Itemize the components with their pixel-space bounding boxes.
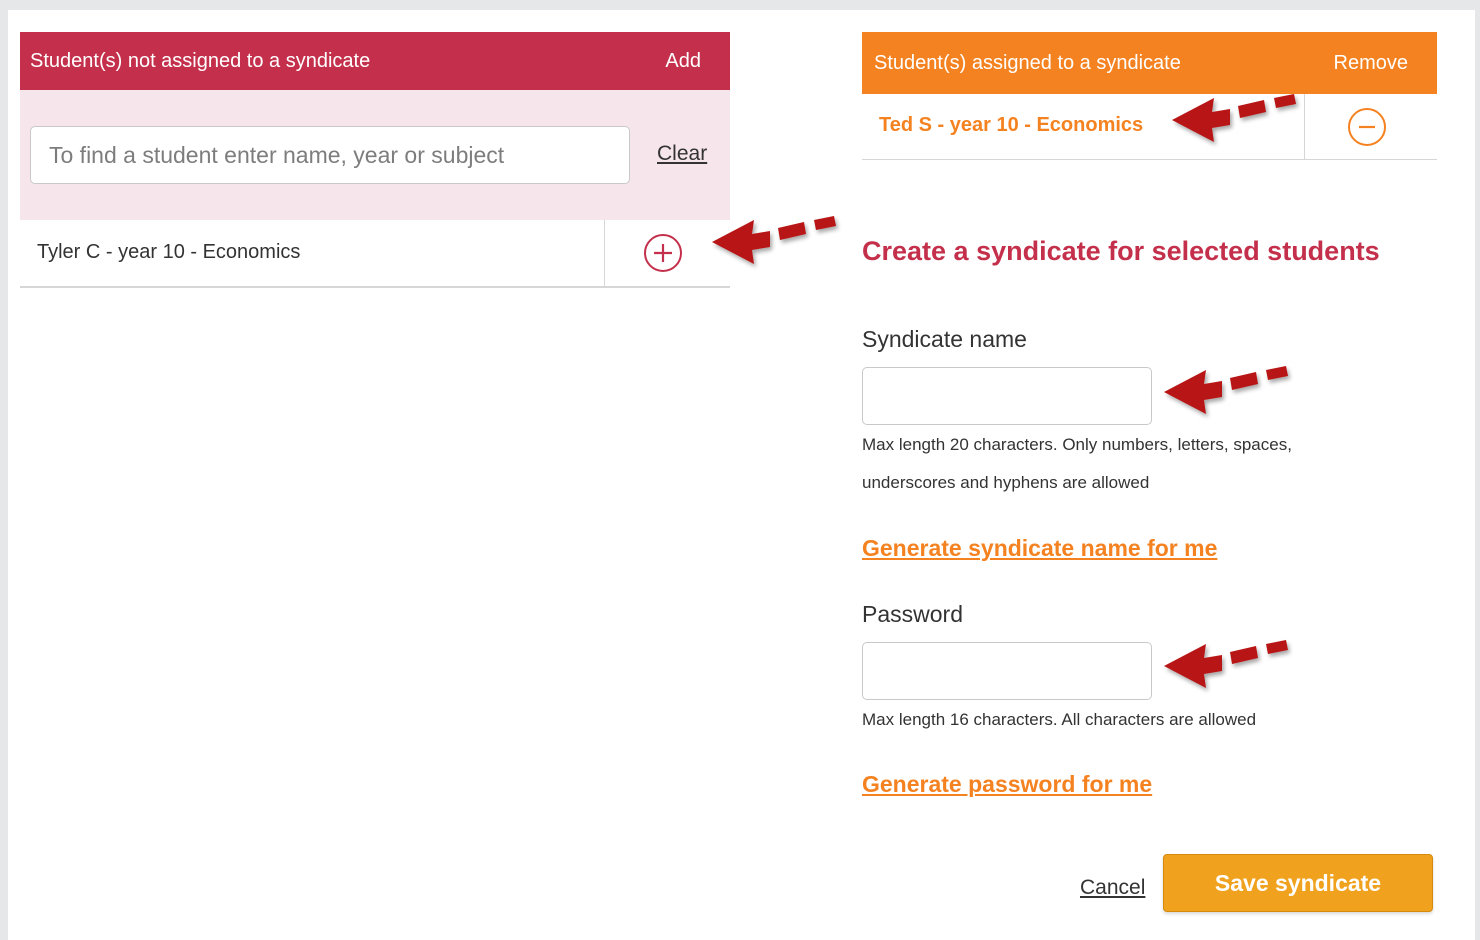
arrow-pointer-icon: [1164, 640, 1288, 688]
generate-syndicate-name-link[interactable]: Generate syndicate name for me: [862, 535, 1217, 562]
student-search-input[interactable]: [30, 126, 630, 184]
arrow-pointer-icon: [1172, 94, 1296, 142]
student-name: Ted S - year 10 - Economics: [879, 114, 1144, 136]
student-name: Tyler C - year 10 - Economics: [37, 241, 301, 263]
add-column-label: Add: [665, 49, 701, 72]
password-label: Password: [862, 601, 963, 627]
syndicate-name-label: Syndicate name: [862, 326, 1027, 352]
add-student-button[interactable]: [644, 234, 682, 272]
password-input[interactable]: [862, 642, 1152, 700]
assigned-students-header: Student(s) assigned to a syndicate Remov…: [862, 32, 1437, 94]
assigned-student-row: Ted S - year 10 - Economics: [862, 94, 1437, 160]
password-hint: Max length 16 characters. All characters…: [862, 710, 1257, 729]
plus-circle-icon: [654, 244, 672, 262]
unassigned-student-row: Tyler C - year 10 - Economics: [20, 220, 730, 288]
save-syndicate-button[interactable]: Save syndicate: [1163, 854, 1433, 912]
row-divider: [604, 220, 605, 286]
arrow-pointer-icon: [1164, 366, 1288, 414]
minus-circle-icon: [1359, 125, 1375, 129]
generate-password-link[interactable]: Generate password for me: [862, 771, 1152, 798]
create-syndicate-title: Create a syndicate for selected students: [862, 236, 1380, 266]
unassigned-header-title: Student(s) not assigned to a syndicate: [30, 49, 371, 72]
remove-student-button[interactable]: [1348, 108, 1386, 146]
unassigned-students-header: Student(s) not assigned to a syndicate A…: [20, 32, 730, 90]
student-search-area: Clear: [20, 90, 730, 220]
clear-search-link[interactable]: Clear: [657, 142, 707, 166]
assigned-header-title: Student(s) assigned to a syndicate: [874, 51, 1181, 74]
syndicate-name-hint: Max length 20 characters. Only numbers, …: [862, 435, 1292, 492]
row-divider: [1304, 94, 1305, 159]
remove-column-label: Remove: [1333, 51, 1408, 74]
cancel-link[interactable]: Cancel: [1080, 876, 1145, 900]
syndicate-name-input[interactable]: [862, 367, 1152, 425]
arrow-pointer-icon: [712, 216, 836, 264]
